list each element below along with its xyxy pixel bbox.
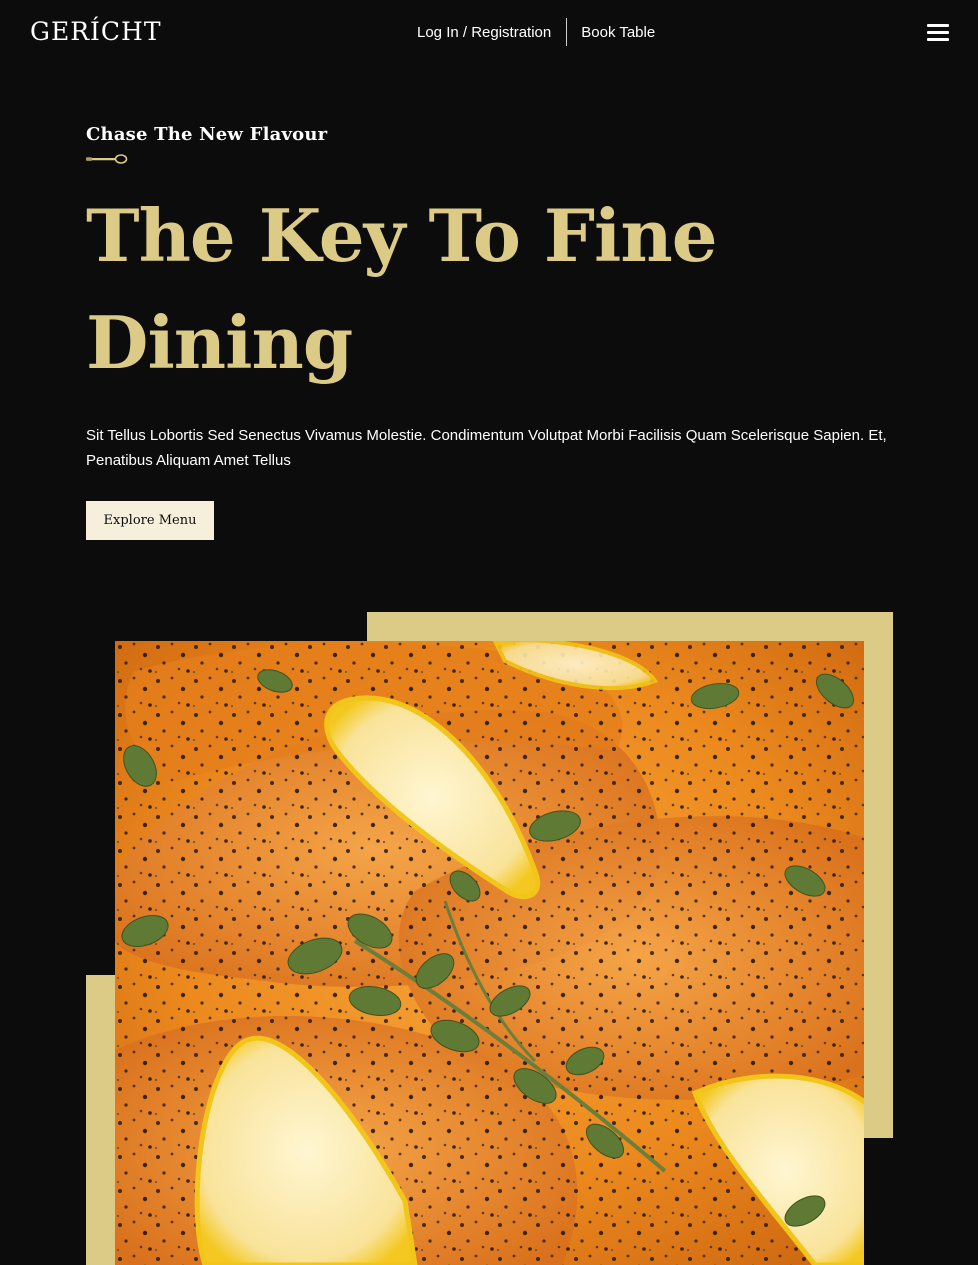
hero-subtitle: Chase The New Flavour [86, 124, 328, 145]
login-registration-link[interactable]: Log In / Registration [417, 24, 551, 41]
dish-illustration [115, 641, 864, 1265]
nav-links: Log In / Registration Book Table [417, 18, 655, 46]
dish-image [115, 641, 864, 1265]
book-table-link[interactable]: Book Table [581, 24, 655, 41]
hero-headline-line2: Dining [86, 300, 353, 385]
hero-headline: The Key To Fine Dining [86, 182, 726, 396]
hero-headline-line1: The Key To Fine [86, 193, 718, 278]
spoon-icon [86, 154, 128, 164]
navbar: GERÍCHT Log In / Registration Book Table [0, 0, 978, 66]
logo[interactable]: GERÍCHT [30, 17, 162, 46]
explore-menu-button[interactable]: Explore Menu [86, 501, 214, 540]
hero-description: Sit Tellus Lobortis Sed Senectus Vivamus… [86, 427, 887, 469]
hamburger-icon[interactable] [927, 24, 949, 42]
nav-divider [566, 18, 568, 46]
